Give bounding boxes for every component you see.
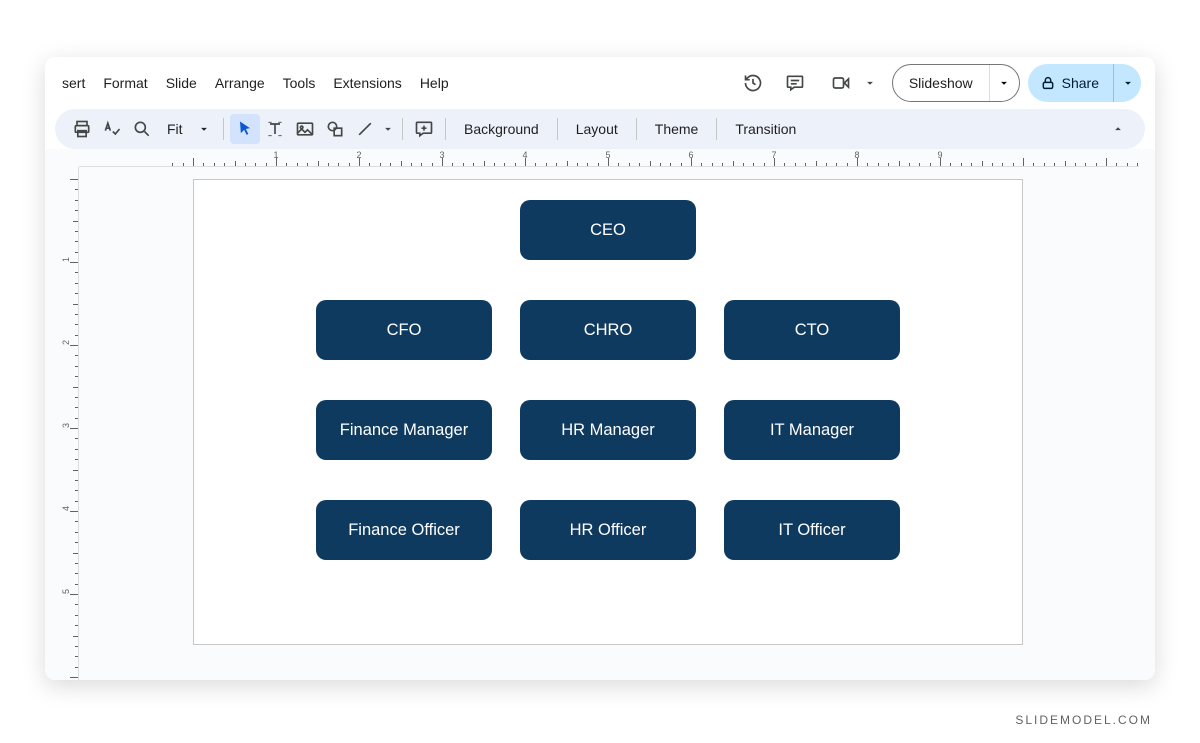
separator [716, 118, 717, 140]
separator [445, 118, 446, 140]
menu-insert[interactable]: sert [53, 69, 94, 97]
ruler-horizontal[interactable]: 123456789 [79, 149, 1139, 167]
org-box-cfo[interactable]: CFO [316, 300, 492, 360]
chevron-up-icon [1111, 122, 1125, 136]
line-tool-button[interactable] [350, 114, 380, 144]
chevron-down-icon [197, 122, 211, 136]
print-button[interactable] [67, 114, 97, 144]
slide-wrapper: CEO CFO CHRO CTO Finance Manager HR Mana… [79, 167, 1139, 680]
separator [557, 118, 558, 140]
org-box-it-manager[interactable]: IT Manager [724, 400, 900, 460]
slide-canvas[interactable]: CEO CFO CHRO CTO Finance Manager HR Mana… [193, 179, 1023, 645]
image-tool-button[interactable] [290, 114, 320, 144]
print-icon [72, 119, 92, 139]
menu-tools[interactable]: Tools [274, 69, 325, 97]
org-box-finance-manager[interactable]: Finance Manager [316, 400, 492, 460]
topbar: sert Format Slide Arrange Tools Extensio… [45, 57, 1155, 109]
toolbar: Fit Background Layout Theme [55, 109, 1145, 149]
line-icon [355, 119, 375, 139]
cursor-icon [235, 119, 255, 139]
comments-button[interactable] [778, 66, 812, 100]
add-comment-icon [414, 119, 434, 139]
menu-slide[interactable]: Slide [157, 69, 206, 97]
comment-tool-button[interactable] [409, 114, 439, 144]
spellcheck-icon [102, 119, 122, 139]
chevron-down-icon [863, 76, 877, 90]
menu-bar: sert Format Slide Arrange Tools Extensio… [49, 69, 458, 97]
separator [223, 118, 224, 140]
shape-icon [325, 119, 345, 139]
menu-help[interactable]: Help [411, 69, 458, 97]
menu-arrange[interactable]: Arrange [206, 69, 274, 97]
ruler-vertical[interactable]: 12345 [61, 167, 79, 680]
zoom-select[interactable]: Fit [157, 114, 217, 144]
org-box-hr-manager[interactable]: HR Manager [520, 400, 696, 460]
share-label: Share [1062, 75, 1099, 91]
background-button[interactable]: Background [452, 114, 551, 144]
canvas-area: 123456789 12345 CEO CFO CHRO CTO Finance… [45, 149, 1155, 680]
slideshow-button[interactable]: Slideshow [893, 65, 989, 101]
lock-icon [1040, 75, 1056, 91]
share-group: Share [1028, 64, 1141, 102]
org-box-cto[interactable]: CTO [724, 300, 900, 360]
zoom-tool-button[interactable] [127, 114, 157, 144]
slideshow-dropdown[interactable] [989, 65, 1019, 101]
org-box-it-officer[interactable]: IT Officer [724, 500, 900, 560]
theme-button[interactable]: Theme [643, 114, 711, 144]
chevron-down-icon [1121, 76, 1135, 90]
layout-button[interactable]: Layout [564, 114, 630, 144]
meet-group [820, 66, 884, 100]
history-button[interactable] [736, 66, 770, 100]
meet-dropdown[interactable] [860, 66, 880, 100]
share-dropdown[interactable] [1113, 64, 1141, 102]
textbox-tool-button[interactable] [260, 114, 290, 144]
separator [402, 118, 403, 140]
org-box-ceo[interactable]: CEO [520, 200, 696, 260]
zoom-icon [132, 119, 152, 139]
transition-button[interactable]: Transition [723, 114, 808, 144]
chevron-down-icon [381, 122, 395, 136]
chevron-down-icon [997, 76, 1011, 90]
select-tool-button[interactable] [230, 114, 260, 144]
comment-icon [785, 73, 805, 93]
org-box-chro[interactable]: CHRO [520, 300, 696, 360]
menu-extensions[interactable]: Extensions [324, 69, 410, 97]
watermark: SLIDEMODEL.COM [1015, 713, 1152, 727]
zoom-label: Fit [167, 121, 183, 137]
separator [636, 118, 637, 140]
line-dropdown[interactable] [380, 114, 396, 144]
action-bar: Slideshow Share [736, 64, 1147, 102]
share-button[interactable]: Share [1028, 64, 1113, 102]
video-icon [831, 73, 851, 93]
meet-button[interactable] [824, 66, 858, 100]
spellcheck-button[interactable] [97, 114, 127, 144]
shape-tool-button[interactable] [320, 114, 350, 144]
org-box-finance-officer[interactable]: Finance Officer [316, 500, 492, 560]
org-box-hr-officer[interactable]: HR Officer [520, 500, 696, 560]
history-icon [743, 73, 763, 93]
slideshow-group: Slideshow [892, 64, 1020, 102]
image-icon [295, 119, 315, 139]
app-shell: sert Format Slide Arrange Tools Extensio… [45, 57, 1155, 680]
menu-format[interactable]: Format [94, 69, 156, 97]
collapse-toolbar-button[interactable] [1103, 114, 1133, 144]
textbox-icon [265, 119, 285, 139]
